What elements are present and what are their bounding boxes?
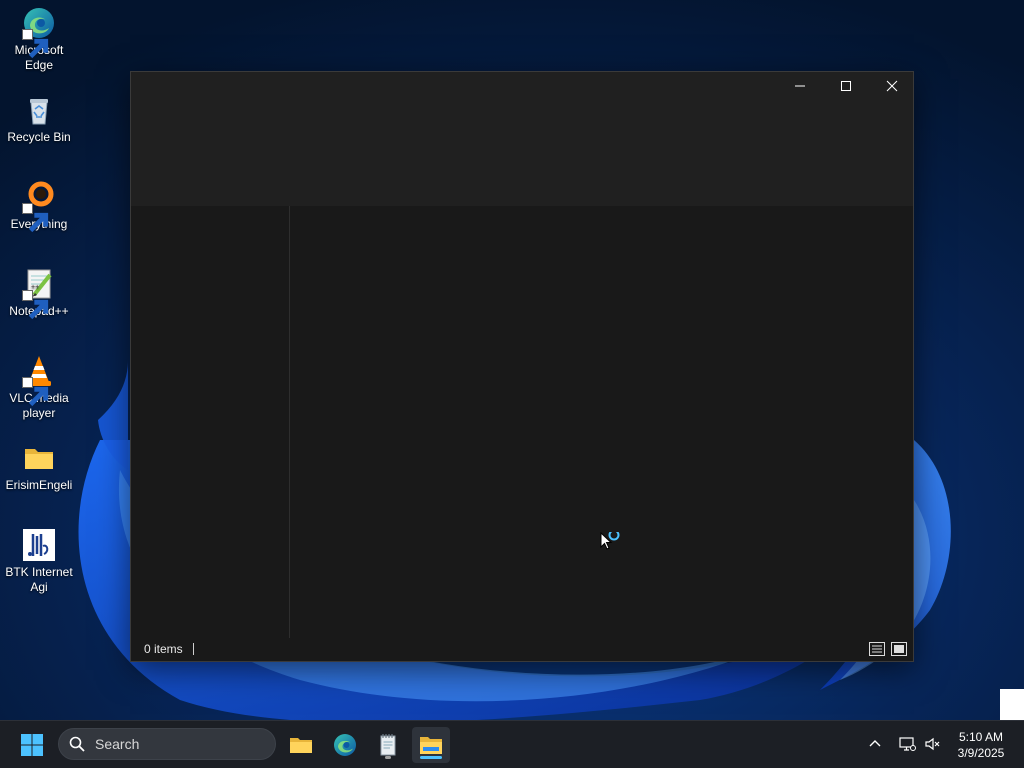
show-hidden-icons-button[interactable] [864,733,886,755]
clock-time: 5:10 AM [958,730,1004,744]
windows-logo-icon [21,734,43,756]
title-bar[interactable] [131,72,913,206]
edge-icon [334,734,356,756]
content-pane[interactable] [290,206,913,638]
large-icons-view-button[interactable] [891,642,907,656]
notepad-plus-plus-icon: ++ [22,267,56,320]
desktop-icon-everything[interactable]: Everything [3,180,75,233]
taskbar-file-explorer-active[interactable] [412,727,450,763]
start-button[interactable] [13,727,51,763]
network-status-button[interactable] [896,733,918,755]
folder-icon [290,738,312,753]
volume-button[interactable] [922,733,944,755]
details-view-icon [869,642,885,656]
busy-cursor-icon [600,532,620,550]
btk-icon [22,528,56,562]
desktop-icon-notepad-plus-plus[interactable]: ++ Notepad++ [3,267,75,320]
taskbar-notepad[interactable] [369,727,407,763]
recycle-bin-icon [22,93,56,127]
navigation-pane[interactable] [131,206,290,638]
details-view-button[interactable] [869,642,885,656]
desktop-icon-label: ErisimEngeli [5,478,73,492]
active-indicator [420,756,442,759]
file-explorer-window[interactable]: 0 items [130,71,914,662]
system-clock[interactable]: 5:10 AM 3/9/2025 [948,729,1014,761]
folder-icon [22,441,56,475]
large-icons-view-icon [891,642,907,656]
status-bar: 0 items [131,637,913,661]
clock-date: 3/9/2025 [957,746,1005,760]
search-placeholder: Search [95,736,140,752]
desktop-icon-label: BTK Internet Agi [5,565,73,594]
running-indicator [385,756,391,759]
close-button[interactable] [869,72,915,100]
maximize-button[interactable] [823,72,869,100]
status-separator [192,643,194,655]
desktop-icon-recycle-bin[interactable]: Recycle Bin [3,93,75,145]
explorer-icon [420,737,442,754]
everything-icon [22,180,56,233]
item-count: 0 items [144,642,183,656]
show-desktop-area[interactable] [1000,689,1024,720]
taskbar: Search 5:10 AM 3/9/2025 [0,720,1024,768]
chevron-up-icon [869,740,881,747]
desktop-icon-label: Recycle Bin [7,130,71,144]
maximize-icon [841,81,851,91]
desktop-icon-edge[interactable]: Microsoft Edge [3,6,75,73]
edge-icon [22,6,56,59]
vlc-icon [22,354,56,407]
desktop-icon-erisimengeli[interactable]: ErisimEngeli [3,441,75,493]
desktop-icon-vlc[interactable]: VLC media player [3,354,75,421]
taskbar-edge[interactable] [326,727,364,763]
search-icon [69,736,85,752]
notepad-icon [380,734,396,756]
taskbar-file-explorer[interactable] [282,727,320,763]
desktop-icon-btk[interactable]: BTK Internet Agi [3,528,75,595]
taskbar-search-box[interactable]: Search [58,728,276,760]
volume-muted-icon [925,737,940,751]
network-disconnected-icon [899,737,916,751]
minimize-button[interactable] [777,72,823,100]
close-icon [886,80,898,92]
minimize-icon [795,85,805,87]
